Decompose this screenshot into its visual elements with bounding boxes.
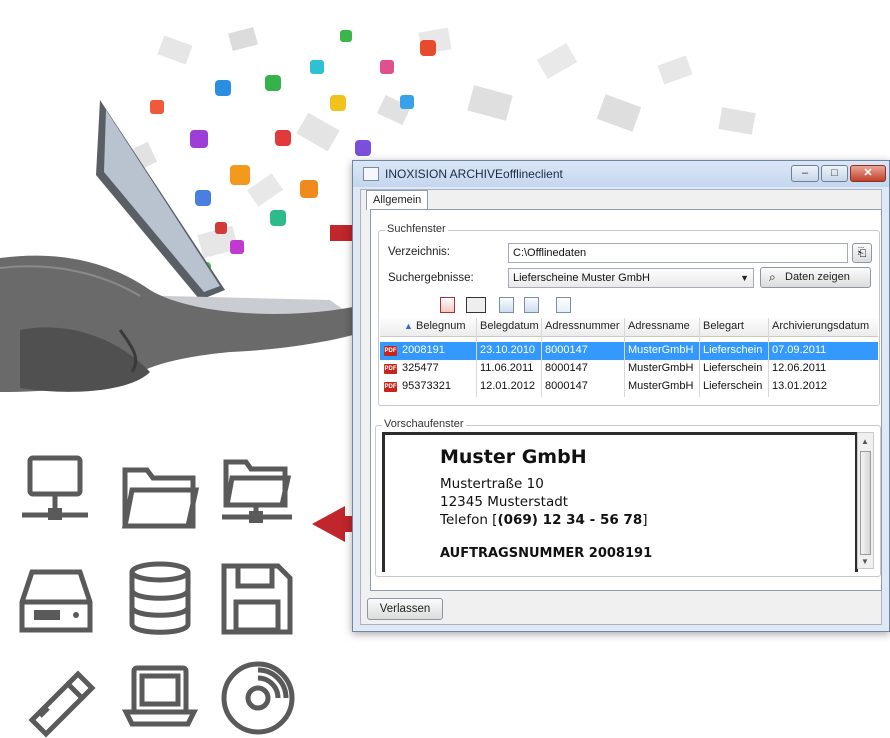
maximize-icon: □ xyxy=(831,167,838,179)
show-data-button[interactable]: ⌕ Daten zeigen xyxy=(760,267,871,288)
preview-group-label: Vorschaufenster xyxy=(382,418,466,430)
cell-adressname: MusterGmbH xyxy=(628,380,694,392)
preview-phone-number: (069) 12 34 - 56 78 xyxy=(497,512,643,528)
cell-belegnum: 325477 xyxy=(402,362,439,374)
results-table: ▲ Belegnum Belegdatum Adressnummer Adres… xyxy=(380,318,878,401)
export-pdf-icon[interactable] xyxy=(440,297,455,313)
cell-belegnum: 95373321 xyxy=(402,380,451,392)
view-mode-icon[interactable] xyxy=(466,297,486,313)
save-as-icon[interactable] xyxy=(524,297,539,313)
close-button[interactable]: ✕ xyxy=(850,165,886,182)
search-icon: ⌕ xyxy=(769,270,776,284)
cell-adressnummer: 8000147 xyxy=(545,362,588,374)
cell-archivierungsdatum: 07.09.2011 xyxy=(772,344,827,356)
column-divider xyxy=(624,318,625,397)
column-divider xyxy=(768,318,769,397)
cell-adressnummer: 8000147 xyxy=(545,380,588,392)
table-header: ▲ Belegnum Belegdatum Adressnummer Adres… xyxy=(380,318,878,337)
document-icon[interactable] xyxy=(556,297,571,313)
column-divider xyxy=(476,318,477,397)
cell-belegdatum: 23.10.2010 xyxy=(480,344,536,356)
results-label: Suchergebnisse: xyxy=(388,272,474,284)
cell-adressname: MusterGmbH xyxy=(628,362,694,374)
cell-belegdatum: 11.06.2011 xyxy=(480,362,534,374)
preview-order-number: AUFTRAGSNUMMER 2008191 xyxy=(440,546,653,561)
preview-phone-prefix: Telefon [ xyxy=(440,512,498,528)
results-select-value: Lieferscheine Muster GmbH xyxy=(513,272,650,284)
sort-up-icon: ▲ xyxy=(404,321,413,331)
column-header-archivierungsdatum[interactable]: Archivierungsdatum xyxy=(772,320,869,332)
scroll-thumb[interactable] xyxy=(860,451,871,555)
hard-drive-icon xyxy=(19,569,93,633)
close-icon: ✕ xyxy=(863,167,873,179)
scroll-up-icon[interactable]: ▲ xyxy=(861,437,869,446)
floppy-disk-icon xyxy=(221,563,293,635)
show-data-label: Daten zeigen xyxy=(785,271,850,283)
scroll-down-icon[interactable]: ▼ xyxy=(861,557,869,566)
table-row[interactable]: PDF 325477 11.06.2011 8000147 MusterGmbH… xyxy=(380,360,878,378)
laptop-icon xyxy=(121,665,199,727)
network-computer-icon xyxy=(22,455,88,520)
cell-belegdatum: 12.01.2012 xyxy=(480,380,536,392)
pdf-file-icon: PDF xyxy=(384,364,397,374)
cell-archivierungsdatum: 13.01.2012 xyxy=(772,380,828,392)
scene: INOXISION ARCHIVEofflineclient – □ ✕ All… xyxy=(0,0,890,738)
table-row[interactable]: PDF 95373321 12.01.2012 8000147 MusterGm… xyxy=(380,378,878,396)
cd-icon xyxy=(221,661,295,735)
column-divider xyxy=(699,318,700,397)
cell-belegart: Lieferschein xyxy=(703,362,763,374)
usb-stick-icon xyxy=(28,670,96,738)
window-title: INOXISION ARCHIVEofflineclient xyxy=(385,167,563,181)
pdf-file-icon: PDF xyxy=(384,382,397,392)
cell-belegart: Lieferschein xyxy=(703,380,763,392)
preview-phone: Telefon [(069) 12 34 - 56 78] xyxy=(440,512,648,528)
column-divider xyxy=(541,318,542,397)
preview-scrollbar[interactable]: ▲ ▼ xyxy=(857,432,874,569)
chevron-down-icon: ▼ xyxy=(740,273,749,283)
results-select[interactable]: Lieferscheine Muster GmbH ▼ xyxy=(508,268,754,288)
column-header-adressnummer[interactable]: Adressnummer xyxy=(545,320,620,332)
save-icon[interactable] xyxy=(499,297,514,313)
browse-button[interactable]: ⎗ xyxy=(852,243,872,263)
pdf-file-icon: PDF xyxy=(384,346,397,356)
minimize-icon: – xyxy=(801,167,809,179)
cell-adressname: MusterGmbH xyxy=(628,344,694,356)
preview-street: Mustertraße 10 xyxy=(440,476,544,492)
folder-icon xyxy=(121,467,200,529)
preview-phone-suffix: ] xyxy=(642,512,648,528)
browse-icon: ⎗ xyxy=(857,247,867,259)
search-group-label: Suchfenster xyxy=(385,223,448,235)
column-header-belegart[interactable]: Belegart xyxy=(703,320,744,332)
exit-button[interactable]: Verlassen xyxy=(367,598,443,620)
title-bar: INOXISION ARCHIVEofflineclient – □ ✕ xyxy=(353,161,889,187)
minimize-button[interactable]: – xyxy=(791,165,819,182)
cell-adressnummer: 8000147 xyxy=(545,344,588,356)
maximize-button[interactable]: □ xyxy=(821,165,848,182)
column-header-belegnum[interactable]: ▲ Belegnum xyxy=(404,320,466,332)
app-window-icon xyxy=(363,167,379,181)
database-icon xyxy=(129,561,191,635)
preview-company: Muster GmbH xyxy=(440,446,587,468)
directory-label: Verzeichnis: xyxy=(388,246,451,258)
cell-belegart: Lieferschein xyxy=(703,344,763,356)
preview-city: 12345 Musterstadt xyxy=(440,494,569,510)
tab-allgemein[interactable]: Allgemein xyxy=(366,190,429,210)
column-header-belegdatum[interactable]: Belegdatum xyxy=(480,320,539,332)
cell-archivierungsdatum: 12.06.2011 xyxy=(772,362,827,374)
cell-belegnum: 2008191 xyxy=(402,344,445,356)
directory-input[interactable]: C:\Offlinedaten xyxy=(508,243,848,263)
column-header-adressname[interactable]: Adressname xyxy=(628,320,690,332)
network-folder-icon xyxy=(222,459,292,523)
table-row[interactable]: PDF 2008191 23.10.2010 8000147 MusterGmb… xyxy=(380,342,878,360)
